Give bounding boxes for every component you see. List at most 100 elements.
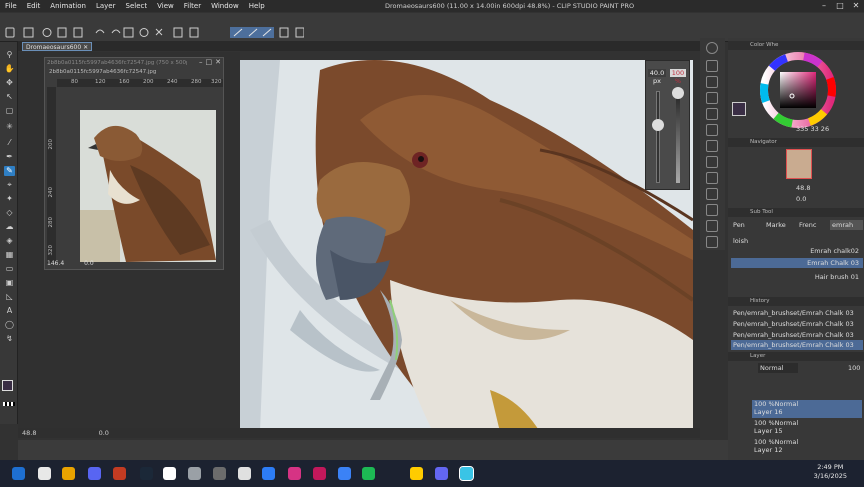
taskbar-app-icon[interactable] bbox=[88, 467, 101, 480]
taskbar-app-icon[interactable] bbox=[213, 467, 226, 480]
brush-item[interactable]: Emrah chalk02 bbox=[731, 246, 863, 256]
taskbar-app-icon[interactable] bbox=[38, 467, 51, 480]
operation-tool-icon[interactable]: ↖ bbox=[4, 92, 15, 102]
blend-mode-select[interactable]: Normal bbox=[758, 363, 798, 373]
taskbar-app-icon[interactable] bbox=[62, 467, 75, 480]
zoom-tool-icon[interactable]: ⚲ bbox=[4, 50, 15, 60]
taskbar-app-icon[interactable] bbox=[262, 467, 275, 480]
sub-tool-tab-marker[interactable]: Marke bbox=[764, 220, 797, 230]
taskbar-app-icon[interactable] bbox=[113, 467, 126, 480]
menu-animation[interactable]: Animation bbox=[45, 2, 91, 10]
sub-tool-tab-pen[interactable]: Pen bbox=[731, 220, 764, 230]
decoration-icon[interactable]: ✦ bbox=[4, 194, 15, 204]
panel-toggle-icon[interactable] bbox=[706, 124, 718, 136]
eyedropper-icon[interactable]: ⁄ bbox=[4, 138, 15, 148]
sub-view-rotation[interactable]: 0.0 bbox=[84, 260, 94, 267]
taskbar-app-icon[interactable] bbox=[12, 467, 25, 480]
layer-item[interactable]: 100 %Normal Layer 16 bbox=[752, 400, 862, 418]
pen-tool-icon[interactable]: ✒ bbox=[4, 152, 15, 162]
sub-tool-tab-french[interactable]: Frenc bbox=[797, 220, 830, 230]
restore-icon[interactable]: □ bbox=[206, 58, 213, 68]
opacity-slider[interactable] bbox=[676, 91, 680, 183]
brush-item[interactable]: Hair brush 01 bbox=[731, 272, 863, 282]
minimize-icon[interactable]: – bbox=[199, 58, 203, 68]
brush-size-slider[interactable] bbox=[656, 91, 660, 183]
main-canvas[interactable] bbox=[240, 60, 693, 432]
history-item[interactable]: Pen/emrah_brushset/Emrah Chalk 03 bbox=[731, 330, 863, 340]
layer-opacity[interactable]: 100 bbox=[846, 363, 864, 373]
taskbar-app-icon[interactable] bbox=[238, 467, 251, 480]
panel-toggle-icon[interactable] bbox=[706, 156, 718, 168]
main-color-swatch[interactable] bbox=[732, 102, 746, 116]
opacity-handle[interactable] bbox=[672, 87, 684, 99]
frame-icon[interactable]: ▣ bbox=[4, 278, 15, 288]
panel-toggle-icon[interactable] bbox=[706, 172, 718, 184]
close-icon[interactable] bbox=[706, 92, 718, 104]
balloon-icon[interactable]: ◯ bbox=[4, 320, 15, 330]
document-tab[interactable]: Dromaeosaurs600 ✕ bbox=[22, 42, 93, 51]
minimize-icon[interactable]: – bbox=[816, 0, 832, 12]
panel-toggle-icon[interactable] bbox=[706, 76, 718, 88]
sub-tool-group[interactable]: loish bbox=[731, 236, 863, 246]
color-wheel[interactable] bbox=[758, 50, 838, 130]
ruler-tool-icon[interactable]: ◺ bbox=[4, 292, 15, 302]
panel-toggle-icon[interactable] bbox=[706, 236, 718, 248]
taskbar-app-icon[interactable] bbox=[313, 467, 326, 480]
panel-toggle-icon[interactable] bbox=[706, 188, 718, 200]
figure-icon[interactable]: ▭ bbox=[4, 264, 15, 274]
panel-toggle-icon[interactable] bbox=[706, 140, 718, 152]
history-item[interactable]: Pen/emrah_brushset/Emrah Chalk 03 bbox=[731, 319, 863, 329]
status-rotation[interactable]: 0.0 bbox=[99, 429, 109, 437]
close-tab-icon[interactable]: ✕ bbox=[83, 44, 88, 51]
fill-tool-icon[interactable]: ◈ bbox=[4, 236, 15, 246]
menu-filter[interactable]: Filter bbox=[179, 2, 206, 10]
selection-tool-icon[interactable]: ▢ bbox=[4, 106, 15, 116]
taskbar-app-icon[interactable] bbox=[163, 467, 176, 480]
text-tool-icon[interactable]: A bbox=[4, 306, 15, 316]
main-color-swatch[interactable] bbox=[2, 380, 13, 391]
navigator-rotation[interactable]: 0.0 bbox=[794, 194, 864, 204]
zoom-icon[interactable] bbox=[706, 42, 718, 54]
opacity-value[interactable]: 100 bbox=[670, 69, 686, 77]
taskbar-app-icon[interactable] bbox=[362, 467, 375, 480]
brush-item[interactable]: Emrah Chalk 03 bbox=[731, 258, 863, 268]
blend-tool-icon[interactable]: ☁ bbox=[4, 222, 15, 232]
maximize-icon[interactable]: □ bbox=[832, 0, 848, 12]
history-item[interactable]: Pen/emrah_brushset/Emrah Chalk 03 bbox=[731, 340, 863, 350]
sub-tool-tab-emrah[interactable]: emrah bbox=[830, 220, 863, 230]
menu-layer[interactable]: Layer bbox=[91, 2, 121, 10]
correct-line-icon[interactable]: ↯ bbox=[4, 334, 15, 344]
layer-item[interactable]: 100 %Normal Layer 12 bbox=[752, 438, 862, 456]
brush-tool-icon[interactable]: ✎ bbox=[4, 166, 15, 176]
layer-item[interactable]: 100 %Normal Layer 15 bbox=[752, 419, 862, 437]
taskbar-app-icon[interactable] bbox=[410, 467, 423, 480]
close-icon[interactable]: ✕ bbox=[848, 0, 864, 12]
taskbar-app-icon[interactable] bbox=[188, 467, 201, 480]
gradient-icon[interactable]: ▦ bbox=[4, 250, 15, 260]
history-item[interactable]: Pen/emrah_brushset/Emrah Chalk 03 bbox=[731, 308, 863, 318]
menu-window[interactable]: Window bbox=[206, 2, 244, 10]
panel-toggle-icon[interactable] bbox=[706, 220, 718, 232]
menu-select[interactable]: Select bbox=[121, 2, 153, 10]
close-icon[interactable]: ✕ bbox=[215, 58, 221, 68]
move-tool-icon[interactable]: ✥ bbox=[4, 78, 15, 88]
taskbar-app-icon[interactable] bbox=[459, 466, 474, 481]
navigator-preview[interactable] bbox=[786, 149, 812, 179]
taskbar-app-icon[interactable] bbox=[435, 467, 448, 480]
transparent-swatch[interactable] bbox=[3, 402, 15, 406]
menu-file[interactable]: File bbox=[0, 2, 22, 10]
clock[interactable]: 2:49 PM 3/16/2025 bbox=[814, 463, 847, 481]
taskbar-app-icon[interactable] bbox=[288, 467, 301, 480]
brush-size-handle[interactable] bbox=[652, 119, 664, 131]
taskbar-app-icon[interactable] bbox=[140, 467, 153, 480]
menu-edit[interactable]: Edit bbox=[22, 2, 46, 10]
menu-view[interactable]: View bbox=[152, 2, 179, 10]
panel-toggle-icon[interactable] bbox=[706, 60, 718, 72]
airbrush-icon[interactable]: ⌖ bbox=[4, 180, 15, 190]
panel-toggle-icon[interactable] bbox=[706, 204, 718, 216]
brush-size-value[interactable]: 40.0 bbox=[648, 69, 666, 77]
menu-help[interactable]: Help bbox=[244, 2, 270, 10]
sub-view-zoom[interactable]: 146.4 bbox=[47, 260, 64, 267]
layer-icon[interactable] bbox=[706, 108, 718, 120]
status-zoom[interactable]: 48.8 bbox=[22, 429, 36, 437]
